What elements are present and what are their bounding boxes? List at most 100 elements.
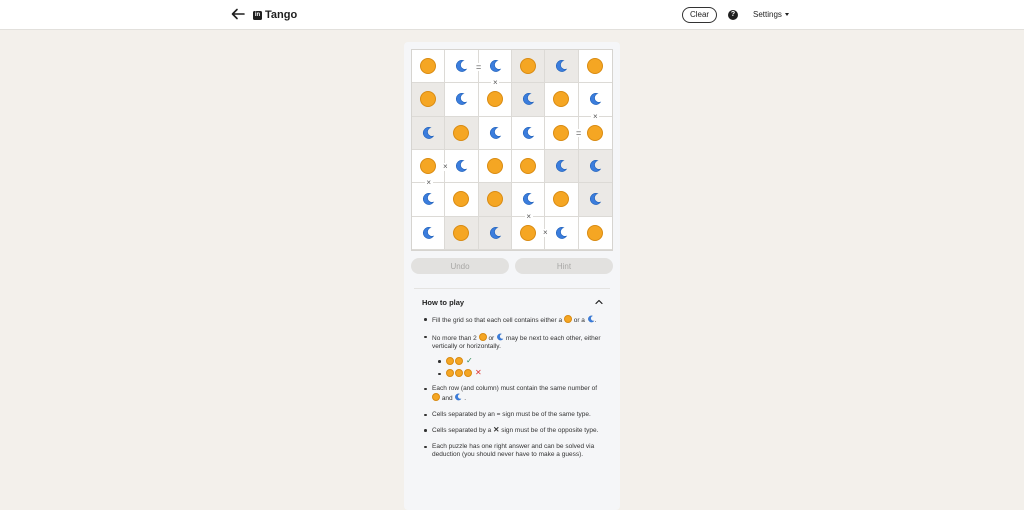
grid-cell: [445, 116, 479, 150]
grid-cell[interactable]: [545, 183, 579, 217]
opposite-sign-icon: ×: [591, 111, 600, 121]
equal-sign: =: [574, 128, 583, 139]
sun-icon: [453, 191, 470, 208]
hint-button[interactable]: Hint: [515, 258, 613, 274]
opposite-sign-icon: ×: [524, 211, 533, 221]
rule-item: Each puzzle has one right answer and can…: [424, 443, 604, 460]
rule-text: Fill the grid so that each cell contains…: [432, 317, 563, 324]
grid-cell[interactable]: [445, 149, 479, 184]
moon-icon: [489, 226, 501, 239]
grid-cell: [578, 149, 612, 184]
sun-icon: [432, 393, 440, 401]
rule-text: Each puzzle has one right answer and can…: [432, 442, 595, 459]
game-controls: Undo Hint: [411, 258, 613, 274]
cross-icon: ✕: [475, 368, 482, 377]
moon-icon: [523, 126, 535, 139]
example-list: ✓ ✕: [432, 356, 604, 378]
grid-cell[interactable]: [578, 117, 612, 150]
rule-text: Cells separated by a: [432, 427, 492, 434]
rule-text: .: [464, 395, 467, 402]
rule-text: Each row (and column) must contain the s…: [432, 384, 598, 392]
how-to-play-header[interactable]: How to play: [414, 295, 610, 309]
equal-sign: =: [474, 61, 483, 72]
sun-icon: [520, 224, 537, 241]
grid-cell[interactable]: [412, 50, 446, 84]
grid-cell[interactable]: [511, 216, 546, 250]
sun-icon: [587, 224, 604, 241]
undo-button[interactable]: Undo: [411, 258, 509, 274]
grid-cell[interactable]: [412, 216, 446, 250]
moon-icon: [489, 126, 501, 139]
grid-cell: [511, 50, 546, 84]
sun-icon: [553, 191, 570, 208]
moon-icon: [456, 160, 468, 172]
settings-label: Settings: [753, 10, 782, 19]
grid-cell[interactable]: [478, 83, 512, 117]
moon-icon: [523, 193, 535, 206]
sun-icon: [587, 124, 604, 141]
grid-cell: [511, 83, 546, 117]
grid-cell: [412, 83, 446, 117]
chevron-up-icon[interactable]: [594, 297, 604, 307]
rule-item: Fill the grid so that each cell contains…: [424, 315, 604, 326]
sun-icon: [587, 58, 604, 75]
grid-cell[interactable]: [445, 50, 479, 84]
rule-text: or: [573, 317, 580, 324]
rule-text: or: [488, 334, 495, 342]
chevron-down-icon: [784, 13, 789, 16]
rule-text: and: [441, 395, 453, 402]
sun-icon: [520, 158, 537, 175]
settings-menu[interactable]: Settings: [753, 10, 789, 19]
sun-icon: [486, 191, 503, 208]
grid-cell[interactable]: [578, 50, 612, 84]
clear-button[interactable]: Clear: [682, 7, 717, 23]
moon-icon: [423, 193, 435, 206]
sun-icon: [553, 124, 570, 141]
rule-item: Cells separated by a ✕ sign must be of t…: [424, 425, 604, 436]
sun-icon: [478, 332, 487, 341]
grid-cell[interactable]: [545, 216, 579, 250]
grid-cell[interactable]: [478, 116, 512, 150]
sun-icon: [464, 369, 472, 378]
moon-icon: [423, 226, 435, 239]
grid-cell[interactable]: [511, 149, 546, 184]
moon-icon: [556, 226, 568, 239]
opposite-sign-icon: ×: [441, 161, 450, 171]
sun-icon: [486, 158, 503, 175]
help-icon[interactable]: ?: [728, 10, 738, 20]
how-to-play-section: How to play Fill the grid so that each c…: [414, 288, 610, 500]
brand: in Tango: [253, 8, 297, 22]
moon-icon: [497, 333, 504, 340]
rule-text: No more than 2: [432, 334, 477, 342]
grid-cell[interactable]: [445, 183, 479, 217]
grid-cell[interactable]: [578, 217, 612, 250]
grid-cell[interactable]: [412, 183, 446, 217]
grid-cell[interactable]: [545, 83, 579, 117]
sun-icon: [455, 356, 463, 365]
moon-icon: [590, 193, 602, 206]
rule-item: No more than 2 or may be next to each ot…: [424, 332, 604, 378]
grid-cell[interactable]: [445, 83, 479, 117]
moon-icon: [489, 60, 501, 72]
grid-cell: [478, 216, 512, 250]
grid-cell[interactable]: [545, 116, 579, 150]
sun-icon: [420, 58, 437, 75]
grid-cell: [445, 216, 479, 250]
grid-cell[interactable]: [478, 149, 512, 184]
grid-cell: [545, 149, 579, 184]
how-to-play-title: How to play: [422, 298, 465, 307]
grid-cell[interactable]: [511, 116, 546, 150]
top-bar: in Tango Clear ? Settings: [0, 0, 1024, 30]
sun-icon: [520, 58, 537, 75]
game-panel: = × × = × × × × Undo Hint How to play Fill the …: [404, 42, 620, 510]
moon-icon: [590, 93, 602, 106]
grid-cell: [412, 116, 446, 150]
back-arrow-icon[interactable]: [229, 5, 247, 23]
opposite-sign-icon: ×: [424, 178, 433, 188]
cross-icon: ✕: [493, 425, 500, 434]
rule-text: sign must be of the opposite type.: [501, 427, 599, 434]
moon-icon: [590, 160, 602, 172]
moon-icon: [556, 60, 568, 72]
moon-icon: [456, 93, 468, 106]
sun-icon: [486, 91, 503, 108]
